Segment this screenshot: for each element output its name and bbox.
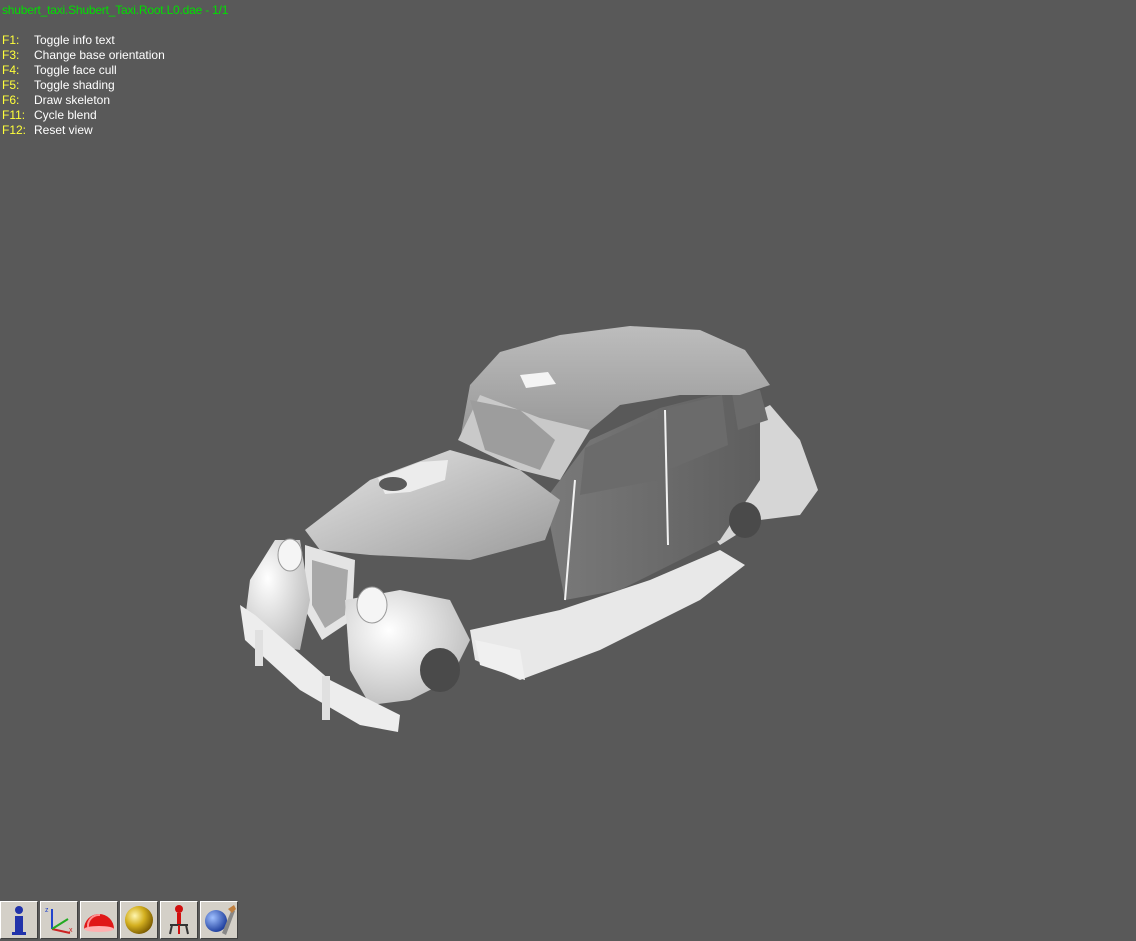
help-action: Cycle blend	[34, 108, 97, 122]
environment-button[interactable]	[200, 901, 238, 939]
help-key: F3:	[2, 48, 20, 62]
help-row: F11: Cycle blend	[2, 108, 165, 123]
help-action: Toggle info text	[34, 33, 115, 47]
help-action: Draw skeleton	[34, 93, 111, 107]
help-action: Toggle shading	[34, 78, 115, 92]
help-row: F3: Change base orientation	[2, 48, 165, 63]
help-row: F12: Reset view	[2, 123, 165, 138]
gold-sphere-icon	[125, 906, 153, 934]
axes-icon: z x	[45, 907, 73, 934]
viewer-toolbar: z x	[0, 901, 240, 941]
help-action: Reset view	[34, 123, 93, 137]
3d-viewport[interactable]: shubert_taxi.Shubert_Taxi.Root.L0.dae - …	[0, 0, 1136, 941]
help-key: F1:	[2, 33, 20, 47]
help-key: F5:	[2, 78, 20, 92]
info-icon	[12, 906, 26, 935]
taxi-model-render[interactable]	[230, 318, 830, 738]
help-key: F4:	[2, 63, 20, 77]
shading-button[interactable]	[80, 901, 118, 939]
material-button[interactable]	[120, 901, 158, 939]
svg-text:z: z	[45, 907, 49, 914]
axes-button[interactable]: z x	[40, 901, 78, 939]
help-row: F6: Draw skeleton	[2, 93, 165, 108]
help-key: F6:	[2, 93, 20, 107]
info-button[interactable]	[0, 901, 38, 939]
skeleton-button[interactable]	[160, 901, 198, 939]
help-action: Toggle face cull	[34, 63, 117, 77]
skeleton-figure-icon	[169, 905, 189, 935]
help-key: F11:	[2, 108, 26, 122]
help-action: Change base orientation	[34, 48, 165, 62]
help-row: F1: Toggle info text	[2, 33, 165, 48]
help-row: F4: Toggle face cull	[2, 63, 165, 78]
help-row: F5: Toggle shading	[2, 78, 165, 93]
model-title: shubert_taxi.Shubert_Taxi.Root.L0.dae - …	[2, 3, 229, 17]
red-hemisphere-icon	[84, 913, 114, 932]
svg-text:x: x	[69, 927, 73, 934]
help-key: F12:	[2, 123, 27, 137]
globe-brush-icon	[205, 905, 236, 935]
help-overlay: F1: Toggle info text F3: Change base ori…	[2, 33, 165, 138]
